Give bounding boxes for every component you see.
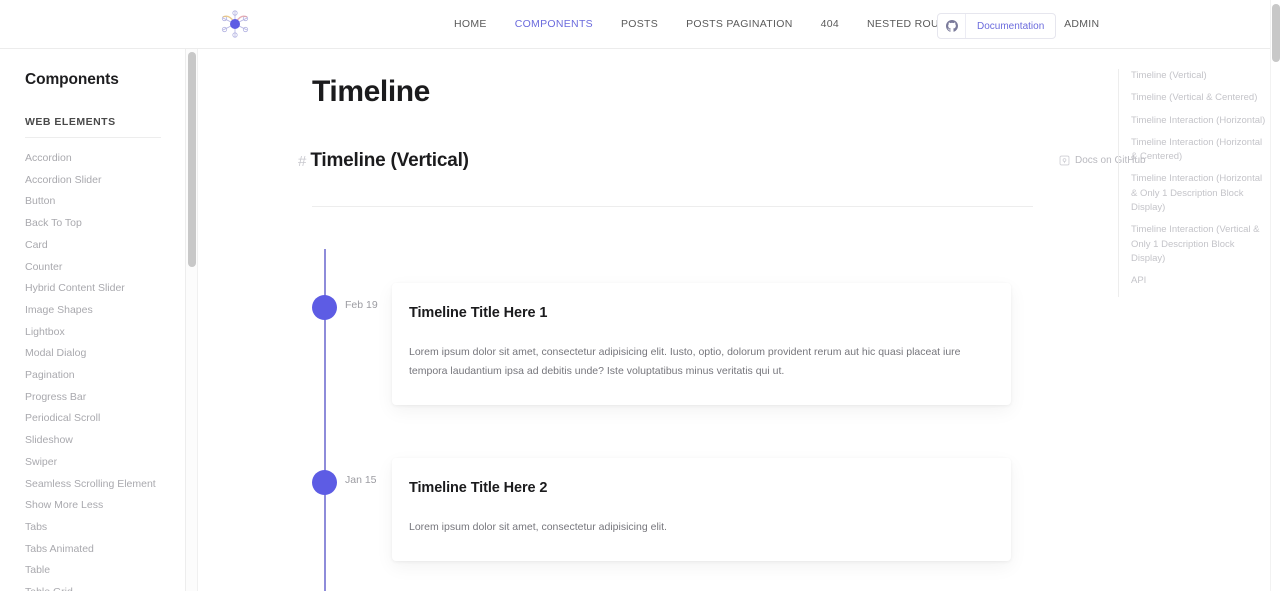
page-scrollbar[interactable] xyxy=(1270,0,1280,591)
sidebar-group-web-elements: WEB ELEMENTS xyxy=(25,116,161,138)
timeline-card: Timeline Title Here 2 Lorem ipsum dolor … xyxy=(392,458,1011,561)
section-title: Timeline (Vertical) xyxy=(310,150,468,172)
page-scrollbar-thumb[interactable] xyxy=(1272,4,1280,62)
timeline-dot[interactable] xyxy=(312,470,337,495)
sidebar-item-periodical-scroll[interactable]: Periodical Scroll xyxy=(25,408,161,430)
sidebar-item-button[interactable]: Button xyxy=(25,191,161,213)
sidebar-item-hybrid-content-slider[interactable]: Hybrid Content Slider xyxy=(25,278,161,300)
github-button[interactable] xyxy=(938,14,966,38)
github-icon xyxy=(946,20,958,32)
documentation-button-group: Documentation xyxy=(937,13,1056,39)
sidebar-item-table[interactable]: Table xyxy=(25,560,161,582)
sidebar-item-lightbox[interactable]: Lightbox xyxy=(25,322,161,344)
toc-item-timeline-interaction-horizontal[interactable]: Timeline Interaction (Horizontal) xyxy=(1131,114,1268,128)
nav-link-admin[interactable]: ADMIN xyxy=(1050,0,1113,48)
top-navigation-bar: HOME COMPONENTS POSTS POSTS PAGINATION 4… xyxy=(0,0,1270,49)
sidebar-scrollbar-thumb[interactable] xyxy=(188,52,196,267)
left-sidebar: Components WEB ELEMENTS Accordion Accord… xyxy=(0,49,186,591)
sidebar-item-progress-bar[interactable]: Progress Bar xyxy=(25,387,161,409)
toc-item-timeline-interaction-vertical-one-desc[interactable]: Timeline Interaction (Vertical & Only 1 … xyxy=(1131,223,1268,266)
timeline-date: Feb 19 xyxy=(345,299,378,311)
sidebar-scrollbar[interactable] xyxy=(186,49,198,591)
nav-link-posts-pagination[interactable]: POSTS PAGINATION xyxy=(672,0,807,48)
section-heading: # Timeline (Vertical) xyxy=(298,150,1131,172)
sidebar-item-accordion[interactable]: Accordion xyxy=(25,148,161,170)
timeline-card: Timeline Title Here 1 Lorem ipsum dolor … xyxy=(392,283,1011,405)
timeline-card-title: Timeline Title Here 1 xyxy=(409,305,994,321)
timeline-card-title: Timeline Title Here 2 xyxy=(409,480,994,496)
anchor-hash-icon[interactable]: # xyxy=(298,153,306,170)
nav-link-home[interactable]: HOME xyxy=(440,0,501,48)
sidebar-item-table-grid[interactable]: Table Grid xyxy=(25,582,161,591)
sidebar-item-back-to-top[interactable]: Back To Top xyxy=(25,213,161,235)
toc-item-timeline-vertical-centered[interactable]: Timeline (Vertical & Centered) xyxy=(1131,91,1268,105)
sidebar-item-image-shapes[interactable]: Image Shapes xyxy=(25,300,161,322)
sidebar-item-swiper[interactable]: Swiper xyxy=(25,452,161,474)
sidebar-heading: Components xyxy=(25,71,161,89)
site-logo[interactable] xyxy=(218,6,252,42)
sidebar-item-card[interactable]: Card xyxy=(25,235,161,257)
toc-item-api[interactable]: API xyxy=(1131,274,1268,288)
nav-link-components[interactable]: COMPONENTS xyxy=(501,0,607,48)
sidebar-item-counter[interactable]: Counter xyxy=(25,257,161,279)
page-title: Timeline xyxy=(312,75,430,109)
sidebar-item-pagination[interactable]: Pagination xyxy=(25,365,161,387)
toc-item-timeline-vertical[interactable]: Timeline (Vertical) xyxy=(1131,69,1268,83)
sidebar-item-tabs-animated[interactable]: Tabs Animated xyxy=(25,539,161,561)
section-divider xyxy=(312,206,1033,207)
nav-link-404[interactable]: 404 xyxy=(807,0,853,48)
nav-link-posts[interactable]: POSTS xyxy=(607,0,672,48)
main-content: Timeline # Timeline (Vertical) Docs on G… xyxy=(199,49,1270,591)
timeline-date: Jan 15 xyxy=(345,474,377,486)
timeline-dot[interactable] xyxy=(312,295,337,320)
table-of-contents: Timeline (Vertical) Timeline (Vertical &… xyxy=(1118,69,1268,297)
atom-logo-icon xyxy=(220,8,250,40)
sidebar-item-modal-dialog[interactable]: Modal Dialog xyxy=(25,343,161,365)
sidebar-item-slideshow[interactable]: Slideshow xyxy=(25,430,161,452)
timeline-card-body: Lorem ipsum dolor sit amet, consectetur … xyxy=(409,343,994,381)
toc-item-timeline-interaction-horizontal-centered[interactable]: Timeline Interaction (Horizontal & Cente… xyxy=(1131,136,1268,165)
sidebar-item-show-more-less[interactable]: Show More Less xyxy=(25,495,161,517)
sidebar-item-accordion-slider[interactable]: Accordion Slider xyxy=(25,170,161,192)
docs-github-icon xyxy=(1059,155,1070,166)
toc-item-timeline-interaction-horizontal-one-desc[interactable]: Timeline Interaction (Horizontal & Only … xyxy=(1131,172,1268,215)
sidebar-item-tabs[interactable]: Tabs xyxy=(25,517,161,539)
timeline-card-body: Lorem ipsum dolor sit amet, consectetur … xyxy=(409,518,994,537)
sidebar-item-seamless-scrolling-element[interactable]: Seamless Scrolling Element xyxy=(25,474,161,496)
documentation-link[interactable]: Documentation xyxy=(966,14,1055,38)
